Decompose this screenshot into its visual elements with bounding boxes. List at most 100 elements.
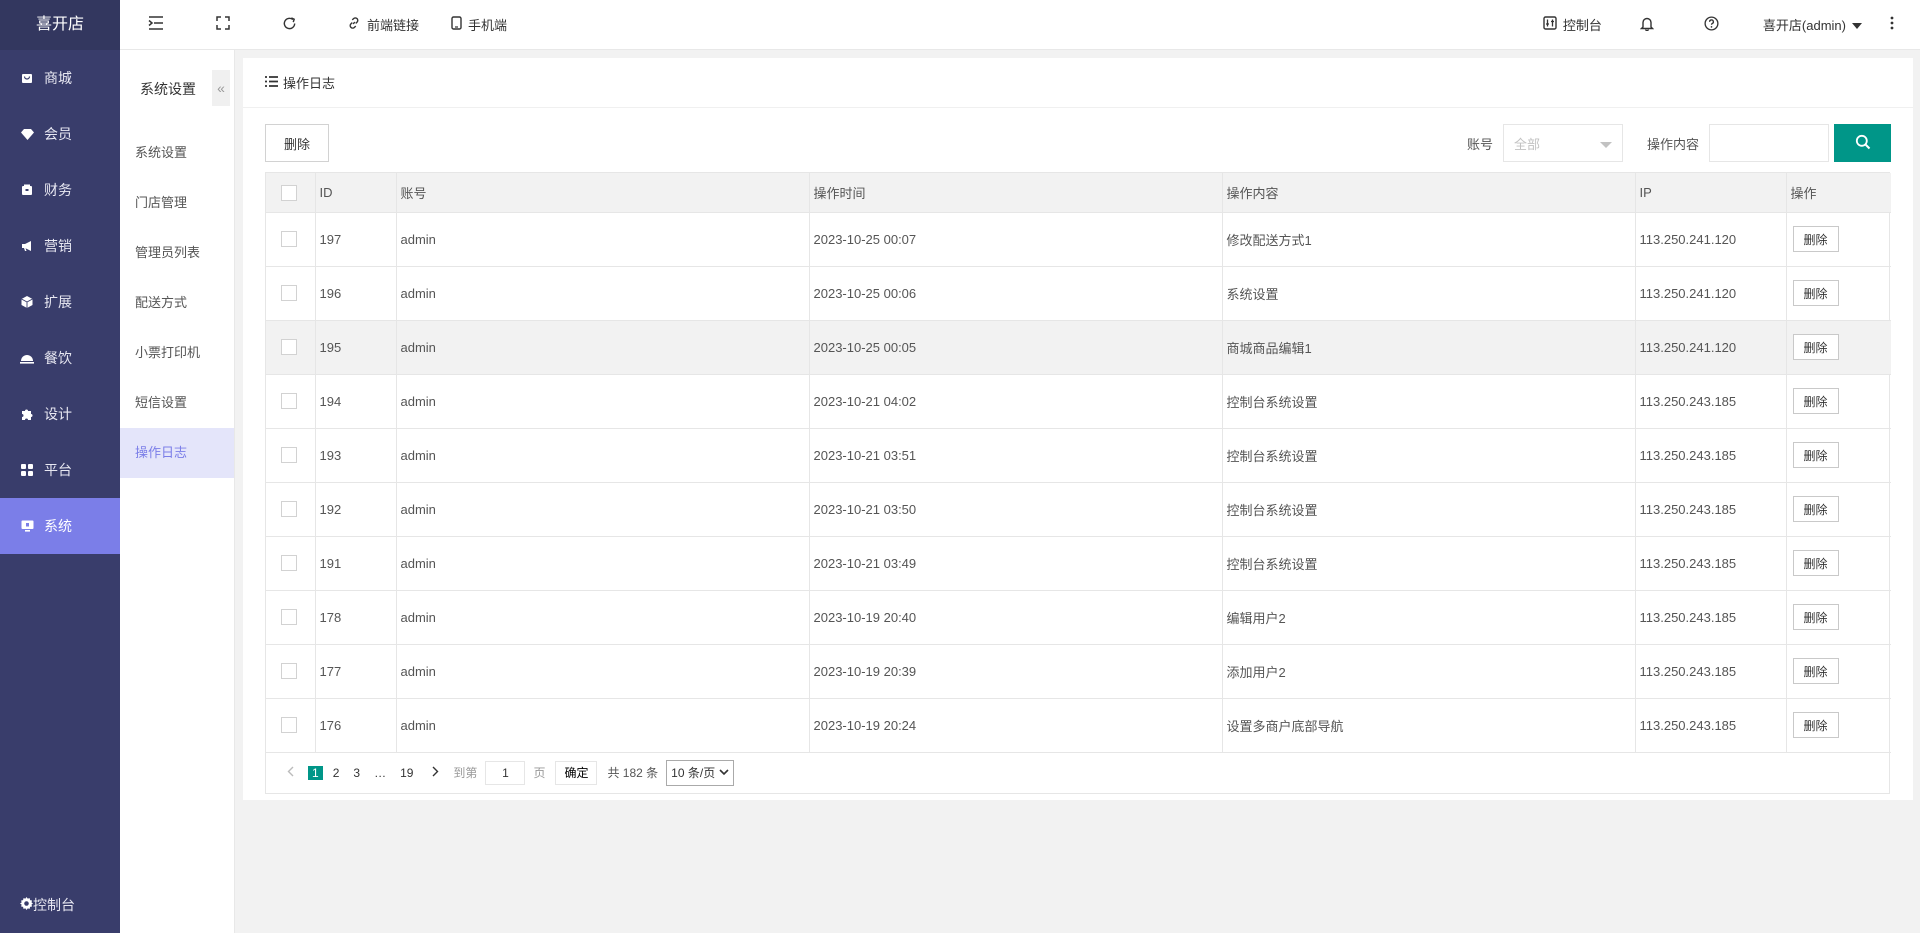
cell-time: 2023-10-25 00:06: [809, 266, 1223, 321]
page-button[interactable]: 1: [308, 765, 323, 780]
row-select-cell: [266, 212, 316, 267]
select-all-checkbox[interactable]: [281, 184, 297, 201]
row-checkbox[interactable]: [281, 663, 297, 680]
row-delete-button[interactable]: 删除: [1792, 550, 1839, 576]
toggle-menu-button[interactable]: [120, 0, 186, 50]
cell-action: 删除: [1786, 428, 1891, 483]
page-button[interactable]: 3: [349, 766, 364, 780]
sidebar-item-label: 会员: [44, 126, 72, 142]
subnav-item-1[interactable]: 门店管理: [120, 178, 234, 228]
sidebar-item-6[interactable]: 设计: [0, 386, 120, 442]
table-row[interactable]: 192 admin 2023-10-21 03:50 控制台系统设置 113.250.2…: [266, 482, 1891, 537]
mobile-button[interactable]: 手机端: [435, 0, 523, 50]
cell-action: 删除: [1786, 320, 1891, 375]
table-row[interactable]: 176 admin 2023-10-19 20:24 设置多商户底部导航 113.250…: [266, 698, 1891, 753]
table-row[interactable]: 197 admin 2023-10-25 00:07 修改配送方式1 113.250.2…: [266, 212, 1891, 267]
row-delete-button[interactable]: 删除: [1792, 658, 1839, 684]
collapse-subnav-button[interactable]: «: [212, 70, 230, 106]
row-checkbox[interactable]: [281, 393, 297, 410]
fullscreen-button[interactable]: [186, 0, 252, 50]
row-select-cell: [266, 698, 316, 753]
sidebar-item-0[interactable]: 商城: [0, 50, 120, 106]
page-size-select[interactable]: 10 条/页: [666, 759, 735, 786]
table-row[interactable]: 196 admin 2023-10-25 00:06 系统设置 113.250.241.…: [266, 266, 1891, 321]
row-delete-button[interactable]: 删除: [1792, 712, 1839, 738]
page-ellipsis: …: [374, 765, 387, 780]
sidebar-item-2[interactable]: 财务: [0, 162, 120, 218]
table-row[interactable]: 193 admin 2023-10-21 03:51 控制台系统设置 113.250.2…: [266, 428, 1891, 483]
sidebar-item-label: 商城: [44, 70, 72, 86]
sidebar-item-5[interactable]: 餐饮: [0, 330, 120, 386]
pagination: 1 2 3… 19 到第 1 页 确定 共 182 条 10 条/页: [266, 753, 1889, 793]
user-menu[interactable]: 喜开店(admin): [1747, 0, 1878, 50]
page-button[interactable]: 2: [329, 766, 344, 780]
notification-button[interactable]: [1618, 0, 1682, 50]
puzzle-icon: [20, 407, 34, 421]
goto-confirm-button[interactable]: 确定: [555, 760, 598, 785]
subnav-item-5[interactable]: 短信设置: [120, 378, 234, 428]
row-checkbox[interactable]: [281, 339, 297, 356]
sidebar-item-8[interactable]: 系统: [0, 498, 120, 554]
row-delete-button[interactable]: 删除: [1792, 442, 1839, 468]
row-checkbox[interactable]: [281, 609, 297, 626]
row-delete-button[interactable]: 删除: [1792, 280, 1839, 306]
subnav-item-0[interactable]: 系统设置: [120, 128, 234, 178]
goto-page-input[interactable]: 1: [485, 760, 526, 785]
sidebar-item-label: 系统: [44, 518, 72, 534]
batch-delete-button[interactable]: 删除: [265, 124, 330, 162]
row-delete-button[interactable]: 删除: [1792, 334, 1839, 360]
page-button[interactable]: 19: [396, 766, 417, 780]
row-delete-button[interactable]: 删除: [1792, 604, 1839, 630]
cube-icon: [20, 295, 34, 309]
table-row[interactable]: 191 admin 2023-10-21 03:49 控制台系统设置 113.250.2…: [266, 536, 1891, 591]
row-delete-button[interactable]: 删除: [1792, 226, 1839, 252]
cell-id: 195: [315, 320, 397, 375]
table-row[interactable]: 177 admin 2023-10-19 20:39 添加用户2 113.250.243…: [266, 644, 1891, 699]
chevron-left-icon: [287, 766, 293, 776]
refresh-button[interactable]: [252, 0, 319, 50]
table-row[interactable]: 195 admin 2023-10-25 00:05 商城商品编辑1 113.250.2…: [266, 320, 1891, 375]
row-checkbox[interactable]: [281, 501, 297, 518]
console-button[interactable]: 控制台: [1527, 0, 1618, 50]
next-page-button[interactable]: [423, 761, 447, 785]
table-row[interactable]: 194 admin 2023-10-21 04:02 控制台系统设置 113.250.2…: [266, 374, 1891, 429]
sidebar-item-4[interactable]: 扩展: [0, 274, 120, 330]
sidebar-item-console[interactable]: 控制台: [0, 877, 120, 933]
subnav-item-4[interactable]: 小票打印机: [120, 328, 234, 378]
cell-ip: 113.250.241.120: [1635, 212, 1787, 267]
row-select-cell: [266, 644, 316, 699]
row-checkbox[interactable]: [281, 285, 297, 302]
cell-action: 删除: [1786, 590, 1891, 645]
table-row[interactable]: 178 admin 2023-10-19 20:40 编辑用户2 113.250.243…: [266, 590, 1891, 645]
link-icon: [347, 16, 367, 33]
help-button[interactable]: [1682, 0, 1747, 50]
row-select-cell: [266, 320, 316, 375]
content-search-input[interactable]: [1709, 124, 1829, 162]
cell-content: 设置多商户底部导航: [1222, 698, 1636, 753]
sidebar-item-label: 控制台: [33, 897, 75, 913]
mobile-icon: [451, 16, 468, 33]
subnav-item-3[interactable]: 配送方式: [120, 278, 234, 328]
cell-account: admin: [396, 320, 810, 375]
prev-page-button[interactable]: [278, 761, 302, 785]
row-delete-button[interactable]: 删除: [1792, 388, 1839, 414]
select-caret-icon: [1599, 142, 1612, 148]
row-delete-button[interactable]: 删除: [1792, 496, 1839, 522]
sidebar-item-3[interactable]: 营销: [0, 218, 120, 274]
brand-logo[interactable]: 喜开店: [0, 0, 120, 50]
subnav-item-6[interactable]: 操作日志: [120, 428, 234, 478]
search-button[interactable]: [1834, 124, 1891, 162]
account-select[interactable]: 全部: [1502, 124, 1623, 162]
sidebar-item-1[interactable]: 会员: [0, 106, 120, 162]
row-checkbox[interactable]: [281, 555, 297, 572]
cell-content: 控制台系统设置: [1222, 374, 1636, 429]
more-button[interactable]: [1878, 0, 1920, 50]
row-checkbox[interactable]: [281, 447, 297, 464]
row-checkbox[interactable]: [281, 231, 297, 248]
sidebar-item-label: 餐饮: [44, 350, 72, 366]
subnav-item-2[interactable]: 管理员列表: [120, 228, 234, 278]
row-select-cell: [266, 590, 316, 645]
sidebar-item-7[interactable]: 平台: [0, 442, 120, 498]
frontend-link-button[interactable]: 前端链接: [319, 0, 435, 50]
row-checkbox[interactable]: [281, 717, 297, 734]
